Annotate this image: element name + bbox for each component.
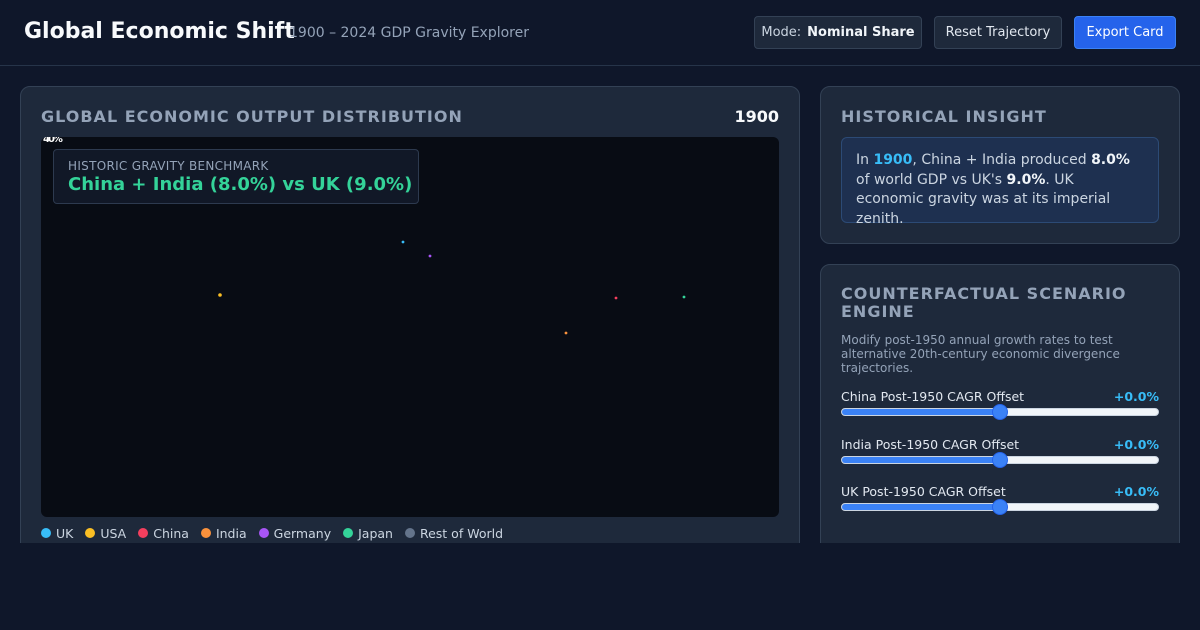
india-cagr-slider[interactable] [841, 452, 1159, 468]
india-cagr-value: +0.0% [1113, 437, 1159, 452]
reset-trajectory-button[interactable]: Reset Trajectory [934, 16, 1062, 49]
uk-cagr-slider[interactable] [841, 499, 1159, 515]
app-title: Global Economic Shift [24, 19, 295, 44]
legend-swatch [200, 528, 211, 538]
slider-fill [842, 409, 1000, 415]
content-area: Global Economic Output Distribution 1900… [0, 66, 1200, 543]
legend-item[interactable]: USA [85, 526, 126, 541]
country-marker-china[interactable] [614, 296, 618, 300]
legend-swatch [258, 528, 269, 538]
mode-label: Mode: [761, 25, 802, 40]
legend-label: Japan [358, 525, 393, 541]
insight-text-part: of world GDP vs UK's [856, 171, 1007, 188]
insight-text-part: , China + India produced [912, 152, 1092, 168]
uk-cagr-label: UK Post-1950 CAGR Offset [841, 484, 1006, 499]
china-cagr-slider[interactable] [841, 404, 1159, 420]
legend-item[interactable]: Germany [258, 525, 332, 541]
benchmark-label: Historic Gravity Benchmark [68, 159, 269, 173]
country-marker-uk[interactable] [401, 240, 405, 244]
legend-label: India [215, 525, 247, 541]
uk-cagr-slider-row: UK Post-1950 CAGR Offset +0.0% [841, 484, 1159, 524]
scenario-description: Modify post-1950 annual growth rates to … [841, 333, 1120, 375]
legend-item[interactable]: China [138, 526, 189, 541]
legend-item[interactable]: Rest of World [404, 525, 504, 541]
scenario-engine-card: Counterfactual Scenario Engine Modify po… [820, 264, 1180, 543]
insight-year: 1900 [873, 152, 913, 168]
chart-legend: UK USA China India Germany Japan Rest of World [41, 525, 515, 541]
country-marker-india[interactable] [564, 331, 568, 335]
india-cagr-label: India Post-1950 CAGR Offset [841, 437, 1020, 452]
legend-item[interactable]: India [200, 525, 247, 541]
slider-fill [842, 504, 1000, 510]
legend-label: USA [100, 525, 127, 541]
insight-china-india-share: 8.0% [1091, 152, 1130, 168]
app-subtitle: 1900 – 2024 GDP Gravity Explorer [289, 25, 530, 41]
legend-swatch [138, 528, 149, 538]
legend-swatch [343, 528, 354, 538]
app-header: Global Economic Shift 1900 – 2024 GDP Gr… [0, 0, 1200, 66]
export-card-button[interactable]: Export Card [1074, 16, 1176, 49]
scenario-engine-title: Counterfactual Scenario Engine [841, 284, 1127, 321]
legend-label: Germany [273, 525, 332, 541]
insight-uk-share: 9.0% [1006, 171, 1046, 188]
country-marker-japan[interactable] [682, 295, 686, 299]
legend-swatch [41, 528, 51, 538]
historical-insight-title: Historical Insight [841, 107, 1047, 126]
legend-label: Rest of World [419, 525, 504, 541]
slider-thumb[interactable] [992, 404, 1008, 420]
axis-label-glitch: 40% [43, 137, 63, 145]
legend-label: UK [56, 525, 74, 541]
mode-toggle-button[interactable]: Mode: Nominal Share [754, 16, 922, 49]
output-distribution-card: Global Economic Output Distribution 1900… [20, 86, 800, 543]
legend-item[interactable]: Japan [343, 526, 393, 541]
china-cagr-label: China Post-1950 CAGR Offset [841, 389, 1025, 404]
output-distribution-title: Global Economic Output Distribution [41, 107, 463, 126]
slider-fill [842, 457, 1000, 463]
china-cagr-value: +0.0% [1113, 389, 1159, 404]
legend-swatch [85, 528, 96, 538]
legend-item[interactable]: UK [41, 526, 73, 541]
uk-cagr-value: +0.0% [1113, 484, 1159, 499]
mode-value: Nominal Share [807, 25, 915, 40]
slider-thumb[interactable] [992, 452, 1008, 468]
country-marker-usa[interactable] [218, 293, 222, 297]
insight-text: In 1900, China + India produced 8.0% of … [841, 137, 1159, 227]
insight-text-part: In [856, 152, 874, 168]
country-marker-germany[interactable] [428, 254, 432, 258]
india-cagr-slider-row: India Post-1950 CAGR Offset +0.0% [841, 437, 1159, 477]
slider-thumb[interactable] [992, 499, 1008, 515]
legend-label: China [153, 525, 189, 541]
current-year: 1900 [734, 107, 779, 126]
legend-swatch [404, 528, 415, 538]
benchmark-value: China + India (8.0%) vs UK (9.0%) [68, 174, 413, 195]
gravity-chart[interactable]: 40% Historic Gravity Benchmark China + I… [41, 137, 779, 517]
historical-insight-card: Historical Insight In 1900, China + Indi… [820, 86, 1180, 244]
benchmark-callout: Historic Gravity Benchmark China + India… [53, 149, 419, 204]
china-cagr-slider-row: China Post-1950 CAGR Offset +0.0% [841, 389, 1159, 429]
